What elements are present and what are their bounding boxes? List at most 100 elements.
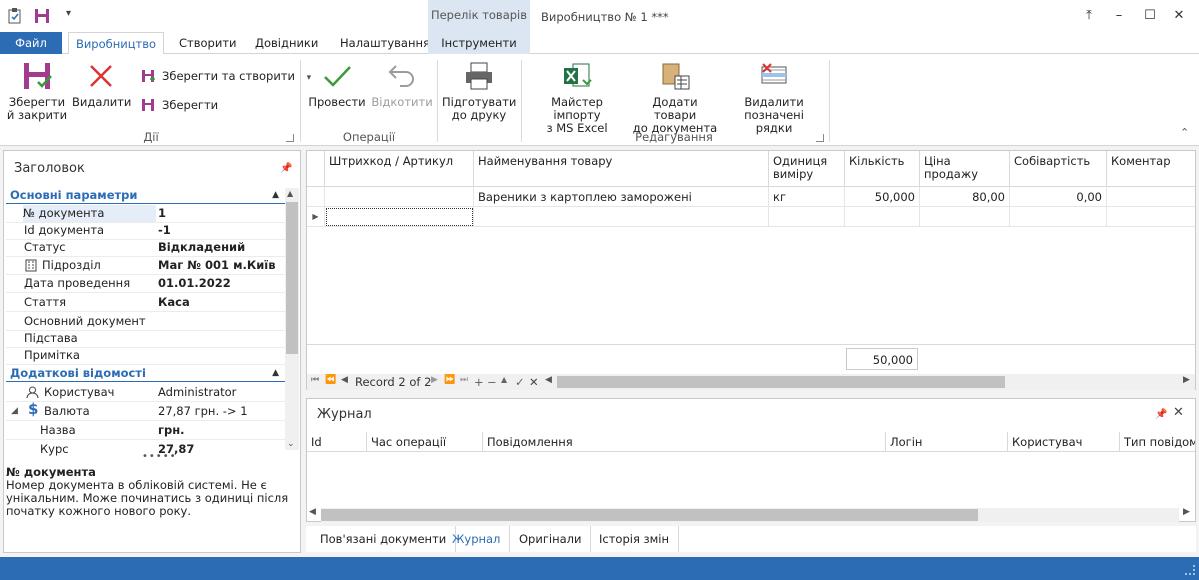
cell-name[interactable] bbox=[474, 207, 769, 227]
journal-column-header[interactable]: Користувач bbox=[1008, 432, 1120, 452]
tab-linked-documents[interactable]: Пов'язані документи bbox=[311, 526, 457, 552]
prop-row[interactable]: Підрозділ Маг № 001 м.Київ bbox=[6, 257, 285, 275]
journal-hscroll[interactable] bbox=[321, 508, 1179, 522]
column-header[interactable]: Кількість bbox=[845, 151, 920, 187]
prop-row[interactable]: Примітка bbox=[6, 347, 285, 365]
ribbon-collapse-icon[interactable]: ⌃ bbox=[1180, 126, 1189, 139]
tab-journal[interactable]: Журнал bbox=[443, 526, 511, 552]
clipboard-icon[interactable] bbox=[6, 7, 24, 25]
actions-launcher-icon[interactable] bbox=[286, 134, 294, 142]
prop-row[interactable]: Підстава bbox=[6, 330, 285, 348]
hscroll-thumb[interactable] bbox=[557, 376, 1005, 388]
journal-column-header[interactable]: Id bbox=[307, 432, 367, 452]
nav-prev-page-icon[interactable]: ⏪ bbox=[325, 375, 336, 385]
delete-button[interactable]: Видалити bbox=[72, 60, 131, 109]
nav-prev-icon[interactable]: ◀ bbox=[341, 375, 348, 385]
cell-qty[interactable]: 50,000 bbox=[845, 187, 920, 207]
nav-edit-icon[interactable]: ▲ bbox=[501, 375, 507, 384]
nav-add-icon[interactable]: + bbox=[474, 375, 484, 389]
cell-cost[interactable] bbox=[1010, 207, 1107, 227]
cell-name[interactable]: Вареники з картоплею заморожені bbox=[474, 187, 769, 207]
save-close-button[interactable]: Зберегти й закрити bbox=[6, 60, 68, 122]
column-header[interactable]: Коментар bbox=[1107, 151, 1195, 187]
maximize-icon[interactable]: ☐ bbox=[1139, 6, 1161, 26]
import-master-button[interactable]: Майстер імпорту з MS Excel bbox=[526, 60, 628, 135]
prop-row[interactable]: Дата проведення 01.01.2022 bbox=[6, 275, 285, 293]
collapse-icon[interactable]: ▲ bbox=[272, 365, 279, 382]
journal-column-header[interactable]: Час операції bbox=[367, 432, 483, 452]
prop-row[interactable]: № документа 1 bbox=[6, 205, 285, 223]
category-extra[interactable]: Додаткові відомості ▲ bbox=[6, 365, 285, 382]
scroll-down-icon[interactable]: ⌄ bbox=[287, 439, 295, 449]
cell-comment[interactable] bbox=[1107, 187, 1195, 207]
print-prepare-button[interactable]: Підготувати до друку bbox=[442, 60, 516, 122]
resize-grip-icon[interactable] bbox=[1185, 565, 1195, 575]
journal-hscroll-thumb[interactable] bbox=[321, 509, 978, 521]
prop-row[interactable]: Назва грн. bbox=[6, 422, 285, 440]
edit-launcher-icon[interactable] bbox=[816, 134, 824, 142]
prop-row[interactable]: ◢ $ Валюта 27,87 грн. -> 1 bbox=[6, 401, 285, 421]
pin-icon[interactable]: 📌 bbox=[1155, 409, 1167, 420]
minimize-icon[interactable]: – bbox=[1108, 6, 1130, 26]
tab-history[interactable]: Історія змін bbox=[590, 526, 680, 552]
tab-tools[interactable]: Інструменти bbox=[428, 32, 530, 55]
grid-hscroll[interactable] bbox=[557, 375, 1181, 389]
prop-row[interactable]: Стаття Каса bbox=[6, 294, 285, 312]
cell-barcode-focused[interactable] bbox=[325, 207, 474, 227]
post-button[interactable]: Провести bbox=[308, 60, 366, 109]
ribbon-collapse-icon[interactable]: ⤒ bbox=[1078, 6, 1100, 26]
journal-column-header[interactable]: Логін bbox=[886, 432, 1008, 452]
nav-apply-icon[interactable]: ✓ bbox=[515, 375, 525, 389]
tab-file[interactable]: Файл bbox=[0, 32, 62, 55]
nav-next-icon[interactable]: ▶ bbox=[431, 375, 438, 385]
nav-cancel-icon[interactable]: ✕ bbox=[529, 375, 539, 389]
unpost-button[interactable]: Відкотити bbox=[370, 60, 434, 109]
scroll-up-icon[interactable]: ▲ bbox=[287, 189, 293, 198]
cell-unit[interactable] bbox=[769, 207, 845, 227]
nav-delete-icon[interactable]: − bbox=[487, 375, 497, 389]
save-button[interactable]: Зберегти bbox=[140, 95, 218, 115]
save-create-button[interactable]: Зберегти та створити ▾ bbox=[140, 66, 311, 86]
expand-icon[interactable]: ◢ bbox=[11, 403, 18, 420]
nav-next-page-icon[interactable]: ⏩ bbox=[444, 375, 455, 385]
qa-dropdown-icon[interactable]: ▾ bbox=[66, 8, 71, 19]
column-header[interactable]: Найменування товару bbox=[474, 151, 769, 187]
scroll-thumb[interactable] bbox=[286, 202, 298, 354]
hscroll-left-icon[interactable]: ◀ bbox=[545, 375, 552, 385]
column-header[interactable]: Одиниця виміру bbox=[769, 151, 845, 187]
column-header[interactable]: Штрихкод / Артикул bbox=[325, 151, 474, 187]
delete-marked-button[interactable]: Видалити позначені рядки bbox=[724, 60, 824, 135]
cell-cost[interactable]: 0,00 bbox=[1010, 187, 1107, 207]
tab-originals[interactable]: Оригінали bbox=[510, 526, 592, 552]
tab-settings[interactable]: Налаштування bbox=[329, 32, 441, 55]
column-header[interactable]: Ціна продажу bbox=[920, 151, 1010, 187]
cell-qty[interactable] bbox=[845, 207, 920, 227]
hscroll-right-icon[interactable]: ▶ bbox=[1183, 375, 1190, 385]
add-goods-button[interactable]: Додати товари до документа bbox=[630, 60, 720, 135]
tab-create[interactable]: Створити bbox=[168, 32, 248, 55]
splitter-grip-icon[interactable]: ••••• bbox=[142, 451, 177, 462]
save-icon[interactable] bbox=[33, 7, 51, 25]
cell-comment[interactable] bbox=[1107, 207, 1195, 227]
nav-first-icon[interactable]: ⏮ bbox=[311, 375, 319, 385]
pin-icon[interactable]: 📌 bbox=[280, 163, 292, 174]
cell-barcode[interactable] bbox=[325, 187, 474, 207]
journal-scroll-right-icon[interactable]: ▶ bbox=[1183, 507, 1190, 517]
category-main[interactable]: Основні параметри ▲ bbox=[6, 187, 285, 204]
prop-row[interactable]: Користувач Administrator bbox=[6, 384, 285, 402]
journal-column-header[interactable]: Тип повідом... bbox=[1120, 432, 1195, 452]
cell-price[interactable] bbox=[920, 207, 1010, 227]
prop-row[interactable]: Статус Відкладений bbox=[6, 239, 285, 257]
nav-last-icon[interactable]: ⏭ bbox=[460, 375, 468, 385]
journal-column-header[interactable]: Повідомлення bbox=[483, 432, 886, 452]
collapse-icon[interactable]: ▲ bbox=[272, 187, 279, 204]
journal-scroll-left-icon[interactable]: ◀ bbox=[309, 507, 316, 517]
prop-row[interactable]: Id документа -1 bbox=[6, 222, 285, 240]
column-header[interactable]: Собівартість bbox=[1010, 151, 1107, 187]
cell-unit[interactable]: кг bbox=[769, 187, 845, 207]
prop-row[interactable]: Основний документ bbox=[6, 313, 285, 331]
properties-scrollbar[interactable]: ▲ ⌄ bbox=[285, 188, 299, 450]
close-icon[interactable]: ✕ bbox=[1168, 6, 1190, 26]
tab-directories[interactable]: Довідники bbox=[244, 32, 329, 55]
cell-price[interactable]: 80,00 bbox=[920, 187, 1010, 207]
